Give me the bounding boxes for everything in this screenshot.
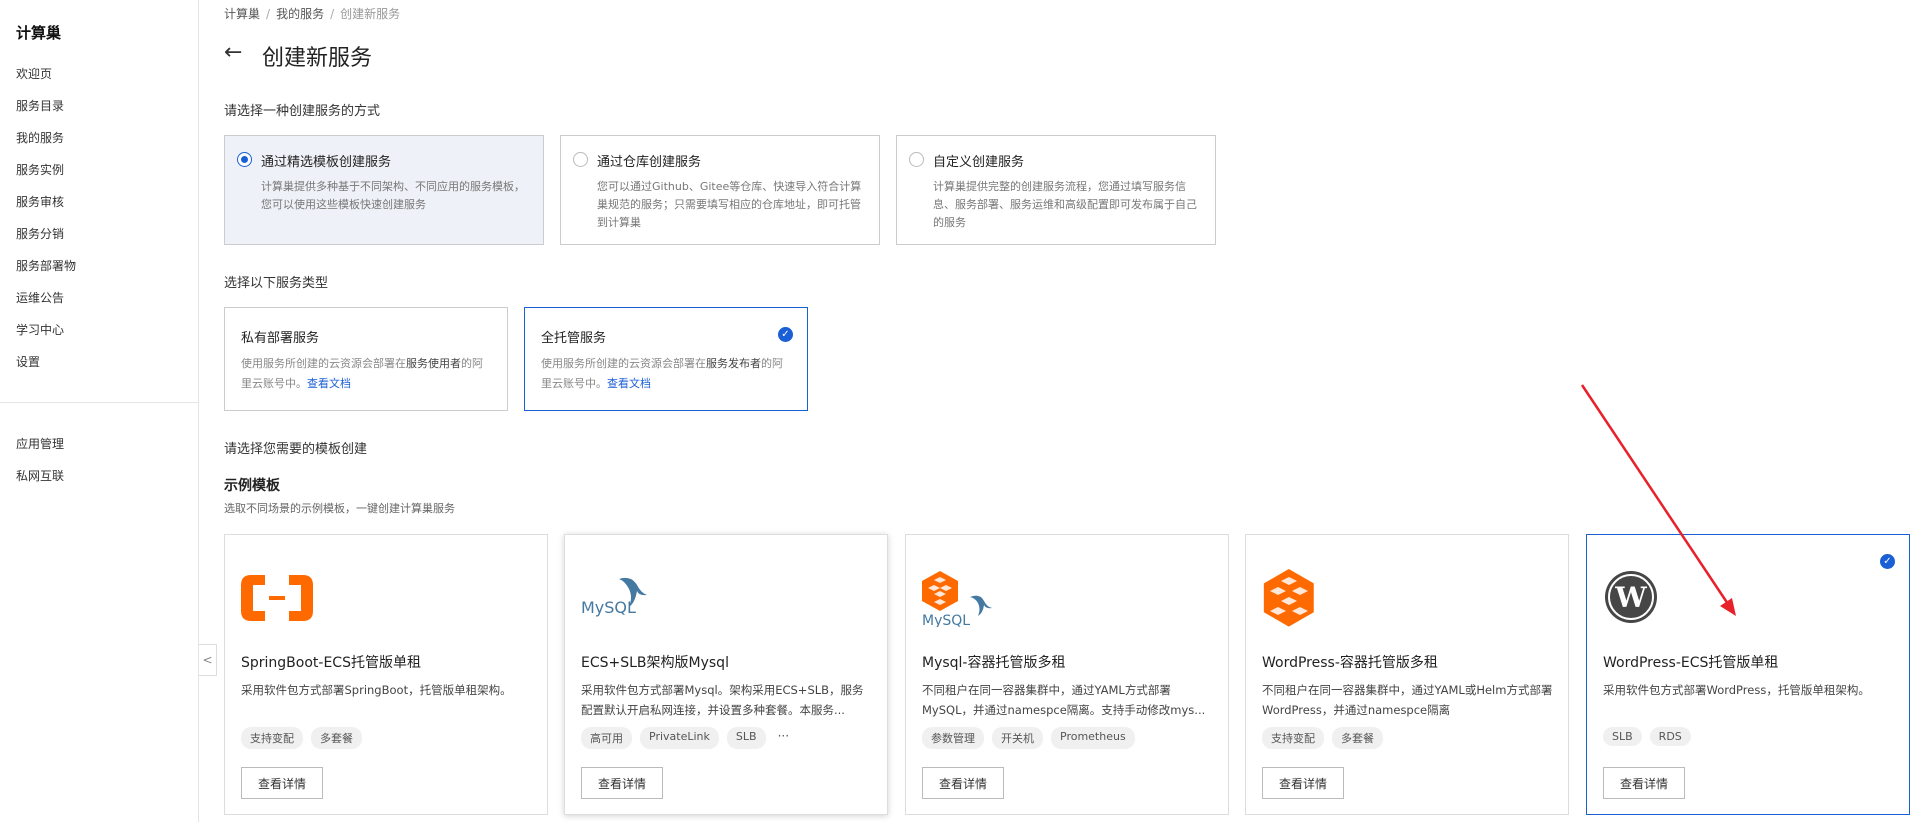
type-option-title: 全托管服务 xyxy=(541,331,607,346)
sidebar-item-learning-center[interactable]: 学习中心 xyxy=(16,321,64,338)
check-circle-icon: ✓ xyxy=(778,327,793,342)
method-option-title: 通过精选模板创建服务 xyxy=(261,155,392,170)
template-tag: 支持变配 xyxy=(241,727,303,749)
type-option-desc: 使用服务所创建的云资源会部署在服务发布者的阿里云账号中。查看文档 xyxy=(541,357,783,390)
template-title: WordPress-容器托管版多租 xyxy=(1262,655,1438,671)
svg-text:W: W xyxy=(1614,581,1647,614)
template-tags: 参数管理 开关机 Prometheus xyxy=(922,727,1135,749)
sidebar-divider xyxy=(0,402,199,403)
method-option-title: 通过仓库创建服务 xyxy=(597,155,702,170)
template-desc: 采用软件包方式部署Mysql。架构采用ECS+SLB，服务配置默认开启私网连接，… xyxy=(581,683,864,717)
template-card-wordpress-ecs[interactable]: ✓ W WordPress-ECS托管版单租 采用软件包方式部署WordPres… xyxy=(1586,534,1910,815)
aliyun-logo-icon xyxy=(241,575,313,621)
template-title: WordPress-ECS托管版单租 xyxy=(1603,655,1779,671)
method-option-title: 自定义创建服务 xyxy=(933,155,1025,170)
template-desc: 不同租户在同一容器集群中，通过YAML或Helm方式部署WordPress，并通… xyxy=(1262,683,1553,717)
view-details-button[interactable]: 查看详情 xyxy=(241,767,323,799)
method-option-template[interactable]: 通过精选模板创建服务 计算巢提供多种基于不同架构、不同应用的服务模板，您可以使用… xyxy=(224,135,544,245)
template-tag: SLB xyxy=(1603,727,1642,746)
sidebar-item-welcome[interactable]: 欢迎页 xyxy=(16,65,52,82)
breadcrumb-item-current: 创建新服务 xyxy=(340,7,401,21)
example-templates-heading: 示例模板 xyxy=(224,478,280,494)
view-details-button[interactable]: 查看详情 xyxy=(1603,767,1685,799)
type-option-title: 私有部署服务 xyxy=(241,331,320,346)
sidebar-item-service-distribution[interactable]: 服务分销 xyxy=(16,225,64,242)
template-card-wordpress-container[interactable]: WordPress-容器托管版多租 不同租户在同一容器集群中，通过YAML或He… xyxy=(1245,534,1569,815)
view-details-button[interactable]: 查看详情 xyxy=(1262,767,1344,799)
template-tag: PrivateLink xyxy=(640,727,719,749)
template-tag: Prometheus xyxy=(1051,727,1135,749)
template-title: Mysql-容器托管版多租 xyxy=(922,655,1066,671)
svg-text:MySQL: MySQL xyxy=(922,613,970,627)
template-tag: 多套餐 xyxy=(1332,727,1383,749)
template-tag: RDS xyxy=(1649,727,1691,746)
template-card-ecs-slb-mysql[interactable]: MySQL ECS+SLB架构版Mysql 采用软件包方式部署Mysql。架构采… xyxy=(564,534,888,815)
method-option-desc: 您可以通过Github、Gitee等仓库、快速导入符合计算巢规范的服务；只需要填… xyxy=(597,180,862,229)
mysql-container-logo-icon: MySQL xyxy=(922,571,992,627)
type-option-desc: 使用服务所创建的云资源会部署在服务使用者的阿里云账号中。查看文档 xyxy=(241,357,483,390)
template-tag: 多套餐 xyxy=(311,727,362,749)
example-templates-desc: 选取不同场景的示例模板，一键创建计算巢服务 xyxy=(224,502,455,515)
radio-empty-icon[interactable] xyxy=(573,152,588,167)
sidebar-item-private-network[interactable]: 私网互联 xyxy=(16,467,64,484)
svg-text:MySQL: MySQL xyxy=(581,598,636,617)
radio-empty-icon[interactable] xyxy=(909,152,924,167)
method-option-desc: 计算巢提供多种基于不同架构、不同应用的服务模板，您可以使用这些模板快速创建服务 xyxy=(261,180,525,211)
template-desc: 不同租户在同一容器集群中，通过YAML方式部署MySQL，并通过namespce… xyxy=(922,683,1206,717)
sidebar-item-service-catalog[interactable]: 服务目录 xyxy=(16,97,64,114)
method-option-repository[interactable]: 通过仓库创建服务 您可以通过Github、Gitee等仓库、快速导入符合计算巢规… xyxy=(560,135,880,245)
template-desc: 采用软件包方式部署SpringBoot，托管版单租架构。 xyxy=(241,683,512,697)
template-title: SpringBoot-ECS托管版单租 xyxy=(241,655,421,671)
method-option-desc: 计算巢提供完整的创建服务流程，您通过填写服务信息、服务部署、服务运维和高级配置即… xyxy=(933,180,1197,229)
template-tags: 高可用 PrivateLink SLB ··· xyxy=(581,727,793,749)
back-arrow-icon[interactable]: ← xyxy=(224,40,242,65)
sidebar: 计算巢 欢迎页 服务目录 我的服务 服务实例 服务审核 服务分销 服务部署物 运… xyxy=(0,0,199,822)
template-card-springboot[interactable]: SpringBoot-ECS托管版单租 采用软件包方式部署SpringBoot，… xyxy=(224,534,548,815)
radio-selected-icon[interactable] xyxy=(237,152,252,167)
template-desc: 采用软件包方式部署WordPress，托管版单租架构。 xyxy=(1603,683,1870,697)
method-section-label: 请选择一种创建服务的方式 xyxy=(224,104,381,119)
breadcrumb-item-my-services[interactable]: 我的服务 xyxy=(276,7,324,21)
page-title: 创建新服务 xyxy=(262,46,373,71)
type-option-managed[interactable]: 全托管服务 ✓ 使用服务所创建的云资源会部署在服务发布者的阿里云账号中。查看文档 xyxy=(524,307,808,411)
breadcrumb-item-root[interactable]: 计算巢 xyxy=(224,7,260,21)
template-section-label: 请选择您需要的模板创建 xyxy=(224,442,368,457)
mysql-logo-icon: MySQL xyxy=(581,577,647,617)
view-details-button[interactable]: 查看详情 xyxy=(922,767,1004,799)
template-title: ECS+SLB架构版Mysql xyxy=(581,655,729,671)
sidebar-item-my-services[interactable]: 我的服务 xyxy=(16,129,64,146)
template-tag: SLB xyxy=(726,727,766,749)
sidebar-item-deployables[interactable]: 服务部署物 xyxy=(16,257,76,274)
sidebar-title: 计算巢 xyxy=(16,24,62,42)
type-section-label: 选择以下服务类型 xyxy=(224,276,329,291)
view-docs-link[interactable]: 查看文档 xyxy=(607,377,651,390)
main-content: 计算巢 / 我的服务 / 创建新服务 ← 创建新服务 请选择一种创建服务的方式 通过精选… xyxy=(224,0,1922,822)
sidebar-item-service-instances[interactable]: 服务实例 xyxy=(16,161,64,178)
view-details-button[interactable]: 查看详情 xyxy=(581,767,663,799)
container-logo-icon xyxy=(1263,569,1314,627)
sidebar-collapse-button[interactable]: < xyxy=(199,644,217,676)
sidebar-item-ops-notice[interactable]: 运维公告 xyxy=(16,289,64,306)
template-tags: 支持变配 多套餐 xyxy=(1262,727,1383,749)
template-tag: 支持变配 xyxy=(1262,727,1324,749)
breadcrumb: 计算巢 / 我的服务 / 创建新服务 xyxy=(224,7,401,21)
sidebar-item-app-management[interactable]: 应用管理 xyxy=(16,435,64,452)
template-card-mysql-container[interactable]: MySQL Mysql-容器托管版多租 不同租户在同一容器集群中，通过YAML方… xyxy=(905,534,1229,815)
sidebar-item-settings[interactable]: 设置 xyxy=(16,353,40,370)
template-tags: 支持变配 多套餐 xyxy=(241,727,362,749)
template-tags: SLB RDS xyxy=(1603,727,1691,746)
template-tag: 高可用 xyxy=(581,727,632,749)
wordpress-logo-icon: W xyxy=(1605,571,1657,623)
more-tags-icon[interactable]: ··· xyxy=(774,727,793,749)
sidebar-item-service-review[interactable]: 服务审核 xyxy=(16,193,64,210)
view-docs-link[interactable]: 查看文档 xyxy=(307,377,351,390)
template-tag: 开关机 xyxy=(992,727,1043,749)
template-tag: 参数管理 xyxy=(922,727,984,749)
type-option-private[interactable]: 私有部署服务 使用服务所创建的云资源会部署在服务使用者的阿里云账号中。查看文档 xyxy=(224,307,508,411)
method-option-custom[interactable]: 自定义创建服务 计算巢提供完整的创建服务流程，您通过填写服务信息、服务部署、服务… xyxy=(896,135,1216,245)
check-circle-icon: ✓ xyxy=(1880,554,1895,569)
